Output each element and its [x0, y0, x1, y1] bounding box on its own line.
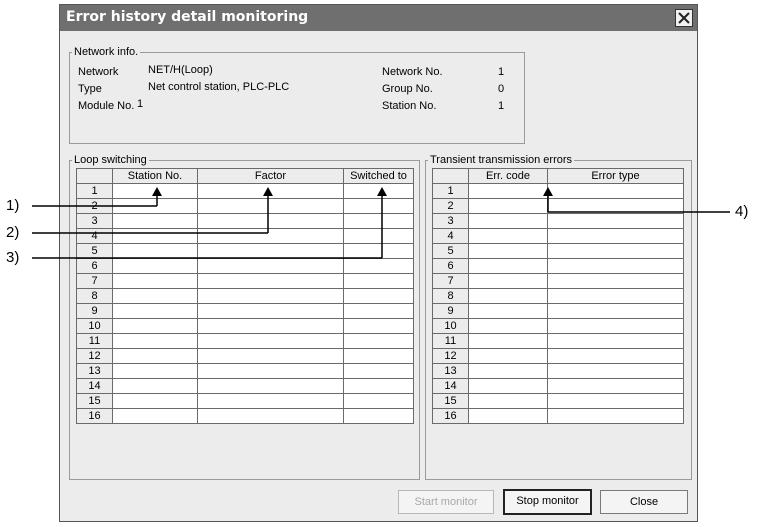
arrow-up-icon	[263, 187, 273, 196]
arrow-up-icon	[152, 187, 162, 196]
arrow-up-icon	[543, 187, 553, 196]
arrow-up-icon	[377, 187, 387, 196]
callout-label-2: 2)	[6, 224, 20, 241]
callout-lines	[32, 187, 730, 259]
callout-label-1: 1)	[6, 197, 20, 214]
callout-label-4: 4)	[735, 203, 749, 220]
callout-label-3: 3)	[6, 249, 20, 266]
